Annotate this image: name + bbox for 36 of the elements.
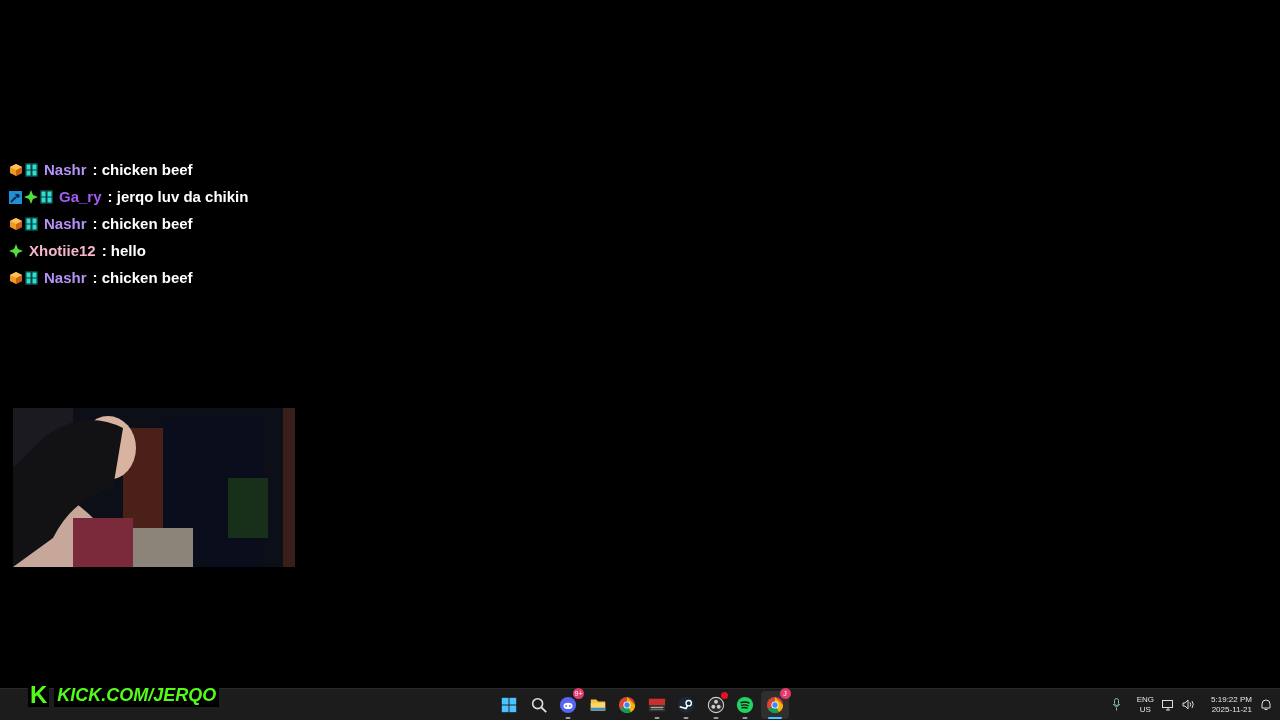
windows-icon xyxy=(500,696,518,714)
browser-icon xyxy=(618,696,636,714)
monitor-icon[interactable] xyxy=(1162,698,1175,711)
chat-username: Nashr xyxy=(44,213,87,234)
chat-username: Nashr xyxy=(44,267,87,288)
grid-icon xyxy=(25,271,38,285)
chat-message: : chicken beef xyxy=(92,213,193,234)
chat-message: : hello xyxy=(101,240,146,261)
grid-icon xyxy=(40,190,53,204)
steam-icon xyxy=(677,696,695,714)
cube-icon xyxy=(9,163,23,177)
music-icon xyxy=(736,696,754,714)
cube-icon xyxy=(9,217,23,231)
chat-message: : chicken beef xyxy=(92,267,193,288)
microphone-icon[interactable] xyxy=(1111,698,1121,711)
chat-username: Ga_ry xyxy=(59,186,102,207)
chat-username: Xhotiie12 xyxy=(29,240,96,261)
chat-message: : chicken beef xyxy=(92,159,193,180)
notification-icon[interactable] xyxy=(1260,698,1272,711)
grid-icon xyxy=(25,163,38,177)
cube-icon xyxy=(9,271,23,285)
chat-username: Nashr xyxy=(44,159,87,180)
grid-icon xyxy=(25,217,38,231)
logo: K xyxy=(28,683,50,707)
clock[interactable]: 5:19:22 PM 2025-11-21 xyxy=(1211,694,1252,715)
language-indicator[interactable]: ENG US xyxy=(1136,694,1155,715)
speaker-icon[interactable] xyxy=(1182,699,1196,710)
mixer-icon xyxy=(647,696,666,714)
chat-app-icon xyxy=(559,696,577,714)
search-icon xyxy=(529,696,548,714)
sparkle-icon xyxy=(9,244,23,258)
browser-icon xyxy=(765,696,784,714)
chat-message: : jerqo luv da chikin xyxy=(107,186,249,207)
hammer-icon xyxy=(9,190,22,204)
record-icon xyxy=(706,696,725,714)
sparkle-icon xyxy=(24,190,38,204)
